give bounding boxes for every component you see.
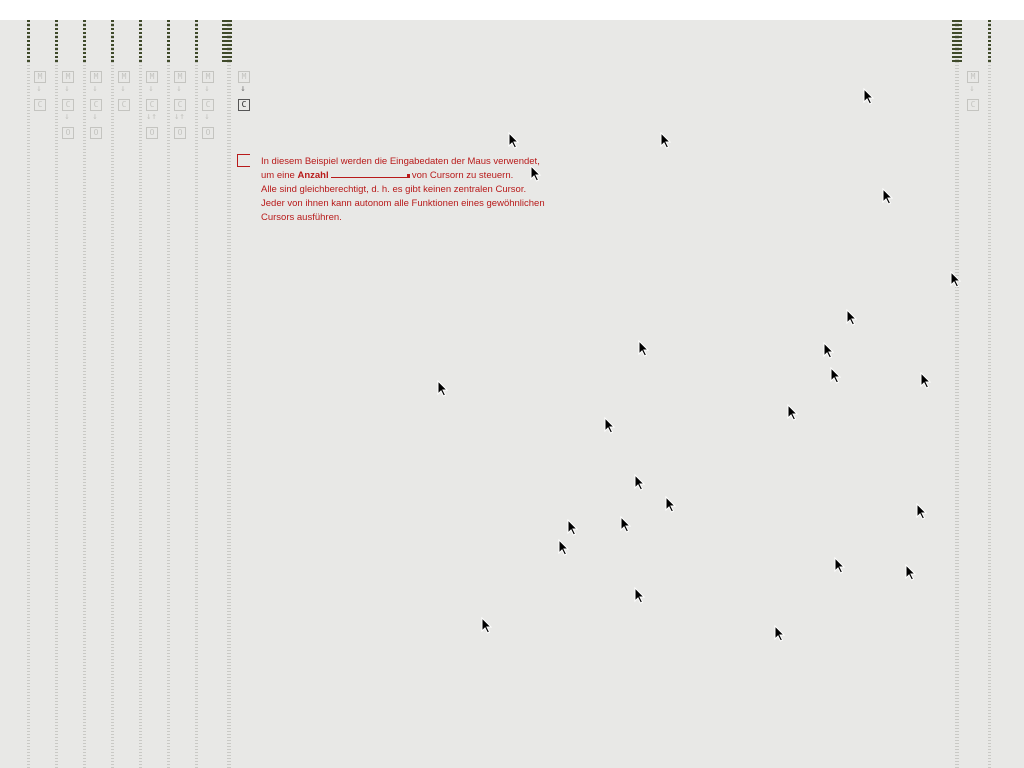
rail [27,20,30,768]
mouse-cursor-icon[interactable] [660,132,671,149]
node-arrow: ↓ [64,112,70,122]
node-m[interactable]: M [34,71,46,83]
anzahl-label: Anzahl [297,170,329,181]
mouse-cursor-icon[interactable] [437,380,448,397]
node-c-active[interactable]: C [238,99,250,111]
rail-active [227,20,231,768]
mouse-cursor-icon[interactable] [530,165,541,182]
node-arrow: ↓↑ [146,112,157,122]
rail [111,20,114,768]
node-arrow: ↓ [36,84,42,94]
node-m[interactable]: M [202,71,214,83]
rail-cap-active [222,20,232,62]
rail-cap [167,20,170,62]
mouse-cursor-icon[interactable] [620,516,631,533]
node-c[interactable]: C [146,99,158,111]
mouse-cursor-icon[interactable] [481,617,492,634]
mouse-cursor-icon[interactable] [787,404,798,421]
node-m[interactable]: M [967,71,979,83]
rail [55,20,58,768]
mouse-cursor-icon[interactable] [508,132,519,149]
description-line: Alle sind gleichberechtigt, d. h. es gib… [261,184,527,195]
rail-cap-active [952,20,962,62]
rail-cap [27,20,30,62]
mouse-cursor-icon[interactable] [774,625,785,642]
node-arrow: ↓ [120,84,126,94]
rail [167,20,170,768]
node-arrow: ↓ [176,84,182,94]
description-line-prefix: um eine [261,170,295,181]
rail [83,20,86,768]
mouse-cursor-icon[interactable] [604,417,615,434]
mouse-cursor-icon[interactable] [916,503,927,520]
mouse-cursor-icon[interactable] [863,88,874,105]
mouse-cursor-icon[interactable] [834,557,845,574]
rail-right [988,20,991,768]
mouse-cursor-icon[interactable] [558,539,569,556]
anzahl-slider-handle[interactable] [407,174,411,178]
node-m[interactable]: M [146,71,158,83]
rail-cap [988,20,991,62]
node-m[interactable]: M [118,71,130,83]
canvas[interactable]: M ↓ C M ↓ C ↓ O M ↓ C ↓ O M ↓ C M ↓ C ↓↑… [0,20,1024,768]
node-c[interactable]: C [118,99,130,111]
node-o[interactable]: O [174,127,186,139]
description-line-suffix: von Cursorn zu steuern. [411,170,514,181]
node-c[interactable]: C [202,99,214,111]
anzahl-slider[interactable] [331,170,411,178]
mouse-cursor-icon[interactable] [567,519,578,536]
node-m[interactable]: M [238,71,250,83]
node-arrow: ↓ [64,84,70,94]
rail-cap [55,20,58,62]
mouse-cursor-icon[interactable] [920,372,931,389]
rail-cap [139,20,142,62]
description-line: Cursors ausführen. [261,212,342,223]
mouse-cursor-icon[interactable] [634,474,645,491]
node-o[interactable]: O [62,127,74,139]
mouse-cursor-icon[interactable] [905,564,916,581]
mouse-cursor-icon[interactable] [846,309,857,326]
description-line: Jeder von ihnen kann autonom alle Funkti… [261,198,545,209]
node-c[interactable]: C [90,99,102,111]
node-arrow: ↓ [204,84,210,94]
node-m[interactable]: M [90,71,102,83]
node-arrow: ↓ [240,84,246,94]
node-c[interactable]: C [62,99,74,111]
rail-cap [111,20,114,62]
node-o[interactable]: O [90,127,102,139]
node-m[interactable]: M [62,71,74,83]
mouse-cursor-icon[interactable] [882,188,893,205]
rail [139,20,142,768]
mouse-cursor-icon[interactable] [665,496,676,513]
rail-right-active [955,20,959,768]
selection-bracket [237,154,250,167]
rail-cap [83,20,86,62]
mouse-cursor-icon[interactable] [634,587,645,604]
node-arrow: ↓ [204,112,210,122]
rail-cap [195,20,198,62]
rail [195,20,198,768]
mouse-cursor-icon[interactable] [830,367,841,384]
node-arrow: ↓ [969,84,975,94]
node-c[interactable]: C [34,99,46,111]
mouse-cursor-icon[interactable] [638,340,649,357]
node-o[interactable]: O [146,127,158,139]
node-m[interactable]: M [174,71,186,83]
node-o[interactable]: O [202,127,214,139]
node-c[interactable]: C [174,99,186,111]
node-arrow: ↓ [92,112,98,122]
node-arrow: ↓↑ [174,112,185,122]
node-arrow: ↓ [92,84,98,94]
node-arrow: ↓ [148,84,154,94]
mouse-cursor-icon[interactable] [823,342,834,359]
mouse-cursor-icon[interactable] [950,271,961,288]
node-c[interactable]: C [967,99,979,111]
